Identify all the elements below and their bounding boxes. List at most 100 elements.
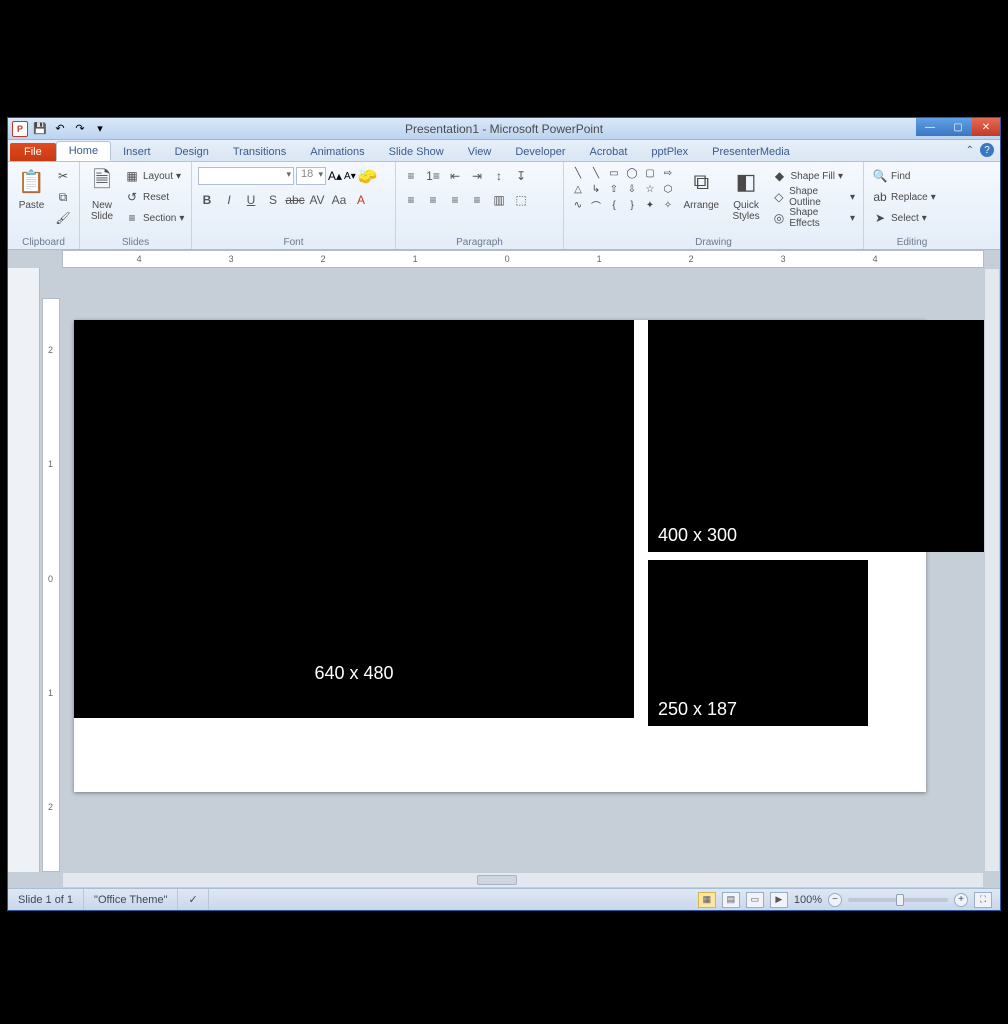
shadow-button[interactable]: S <box>264 191 282 209</box>
layout-button[interactable]: ▦Layout ▾ <box>122 166 186 186</box>
tab-transitions[interactable]: Transitions <box>221 143 298 161</box>
spacing-button[interactable]: AV <box>308 191 326 209</box>
shape-fill-button[interactable]: ◆Shape Fill ▾ <box>770 166 857 186</box>
zoom-in-button[interactable]: + <box>954 893 968 907</box>
strike-button[interactable]: abc <box>286 191 304 209</box>
reading-view-button[interactable]: ▭ <box>746 892 764 908</box>
tab-animations[interactable]: Animations <box>298 143 376 161</box>
new-slide-button[interactable]: 🗎 New Slide <box>86 166 118 222</box>
slide-canvas[interactable]: 640 x 480 400 x 300 250 x 187 <box>62 270 984 870</box>
indent-right-icon[interactable]: ⇥ <box>468 167 486 185</box>
tab-presentermedia[interactable]: PresenterMedia <box>700 143 802 161</box>
reset-button[interactable]: ↺Reset <box>122 187 186 207</box>
clear-format-icon[interactable]: 🧽 <box>358 166 378 186</box>
indent-left-icon[interactable]: ⇤ <box>446 167 464 185</box>
collapse-ribbon-icon[interactable]: ⌃ <box>966 145 974 156</box>
tab-file[interactable]: File <box>10 143 56 161</box>
minimize-button[interactable]: — <box>916 118 944 136</box>
horizontal-scrollbar[interactable] <box>62 872 984 888</box>
bold-button[interactable]: B <box>198 191 216 209</box>
numbering-icon[interactable]: 1≡ <box>424 167 442 185</box>
arrange-button[interactable]: ⧉ Arrange <box>680 166 723 211</box>
bullets-icon[interactable]: ≡ <box>402 167 420 185</box>
tab-insert[interactable]: Insert <box>111 143 163 161</box>
shapes-gallery[interactable]: ╲╲▭◯▢⇨ △↳⇧⇩☆⬡ ∿⌒{}✦✧ <box>570 166 676 212</box>
shape-callout-icon[interactable]: ✧ <box>660 198 676 212</box>
font-size-combo[interactable]: 18 <box>296 167 326 185</box>
slide[interactable]: 640 x 480 400 x 300 250 x 187 <box>74 320 926 792</box>
shape-curve-icon[interactable]: ∿ <box>570 198 586 212</box>
shape-tri-icon[interactable]: △ <box>570 182 586 196</box>
shape-line-icon[interactable]: ╲ <box>570 166 586 180</box>
shape-connector-icon[interactable]: ↳ <box>588 182 604 196</box>
underline-button[interactable]: U <box>242 191 260 209</box>
align-left-icon[interactable]: ≡ <box>402 191 420 209</box>
zoom-slider[interactable] <box>848 898 948 902</box>
shape-arrowup-icon[interactable]: ⇧ <box>606 182 622 196</box>
shape-rect-icon[interactable]: ▭ <box>606 166 622 180</box>
shape-rrect-icon[interactable]: ▢ <box>642 166 658 180</box>
grow-font-icon[interactable]: A▴ <box>328 169 342 183</box>
spellcheck-button[interactable]: ✓ <box>178 889 208 910</box>
align-center-icon[interactable]: ≡ <box>424 191 442 209</box>
qat-more-icon[interactable]: ▾ <box>92 121 108 137</box>
zoom-out-button[interactable]: − <box>828 893 842 907</box>
tab-slideshow[interactable]: Slide Show <box>377 143 456 161</box>
columns-icon[interactable]: ▥ <box>490 191 508 209</box>
redo-icon[interactable]: ↷ <box>72 121 88 137</box>
shape-brace2-icon[interactable]: } <box>624 198 640 212</box>
slide-thumbnail-pane[interactable] <box>8 268 40 872</box>
tab-pptplex[interactable]: pptPlex <box>639 143 700 161</box>
shape-oval-icon[interactable]: ◯ <box>624 166 640 180</box>
help-icon[interactable]: ? <box>980 143 994 157</box>
line-spacing-icon[interactable]: ↕ <box>490 167 508 185</box>
cut-button[interactable]: ✂ <box>53 166 73 186</box>
maximize-button[interactable]: ▢ <box>944 118 972 136</box>
smartart-icon[interactable]: ⬚ <box>512 191 530 209</box>
replace-button[interactable]: abReplace ▾ <box>870 187 938 207</box>
paste-button[interactable]: 📋 Paste <box>14 166 49 211</box>
shape-star-icon[interactable]: ☆ <box>642 182 658 196</box>
font-face-combo[interactable] <box>198 167 294 185</box>
shape-hex-icon[interactable]: ⬡ <box>660 182 676 196</box>
tab-acrobat[interactable]: Acrobat <box>578 143 640 161</box>
select-button[interactable]: ➤Select ▾ <box>870 208 938 228</box>
copy-button[interactable]: ⧉ <box>53 187 73 207</box>
align-right-icon[interactable]: ≡ <box>446 191 464 209</box>
save-icon[interactable]: 💾 <box>32 121 48 137</box>
placeholder-medium[interactable]: 400 x 300 <box>648 320 984 552</box>
shape-effects-button[interactable]: ◎Shape Effects ▾ <box>770 208 857 228</box>
shape-star5-icon[interactable]: ✦ <box>642 198 658 212</box>
shape-arc-icon[interactable]: ⌒ <box>588 198 604 212</box>
shape-brace-icon[interactable]: { <box>606 198 622 212</box>
shrink-font-icon[interactable]: A▾ <box>344 171 356 182</box>
font-color-button[interactable]: A <box>352 191 370 209</box>
placeholder-large[interactable]: 640 x 480 <box>74 320 634 718</box>
shape-outline-button[interactable]: ◇Shape Outline ▾ <box>770 187 857 207</box>
find-button[interactable]: 🔍Find <box>870 166 938 186</box>
shape-line2-icon[interactable]: ╲ <box>588 166 604 180</box>
tab-design[interactable]: Design <box>163 143 221 161</box>
scroll-thumb[interactable] <box>477 875 517 885</box>
tab-home[interactable]: Home <box>56 141 111 161</box>
placeholder-small[interactable]: 250 x 187 <box>648 560 868 726</box>
normal-view-button[interactable]: ▦ <box>698 892 716 908</box>
quick-styles-button[interactable]: ◧ Quick Styles <box>727 166 766 222</box>
shape-arrow-icon[interactable]: ⇨ <box>660 166 676 180</box>
justify-icon[interactable]: ≡ <box>468 191 486 209</box>
italic-button[interactable]: I <box>220 191 238 209</box>
slideshow-view-button[interactable]: ▶ <box>770 892 788 908</box>
sorter-view-button[interactable]: ▤ <box>722 892 740 908</box>
section-button[interactable]: ≡Section ▾ <box>122 208 186 228</box>
fit-window-button[interactable]: ⛶ <box>974 892 992 908</box>
close-button[interactable]: ✕ <box>972 118 1000 136</box>
vertical-scrollbar[interactable] <box>984 268 1000 872</box>
case-button[interactable]: Aa <box>330 191 348 209</box>
format-painter-button[interactable]: 🖌 <box>53 208 73 228</box>
shape-arrowdn-icon[interactable]: ⇩ <box>624 182 640 196</box>
tab-view[interactable]: View <box>456 143 504 161</box>
text-direction-icon[interactable]: ↧ <box>512 167 530 185</box>
undo-icon[interactable]: ↶ <box>52 121 68 137</box>
zoom-knob[interactable] <box>896 894 904 906</box>
tab-developer[interactable]: Developer <box>503 143 577 161</box>
